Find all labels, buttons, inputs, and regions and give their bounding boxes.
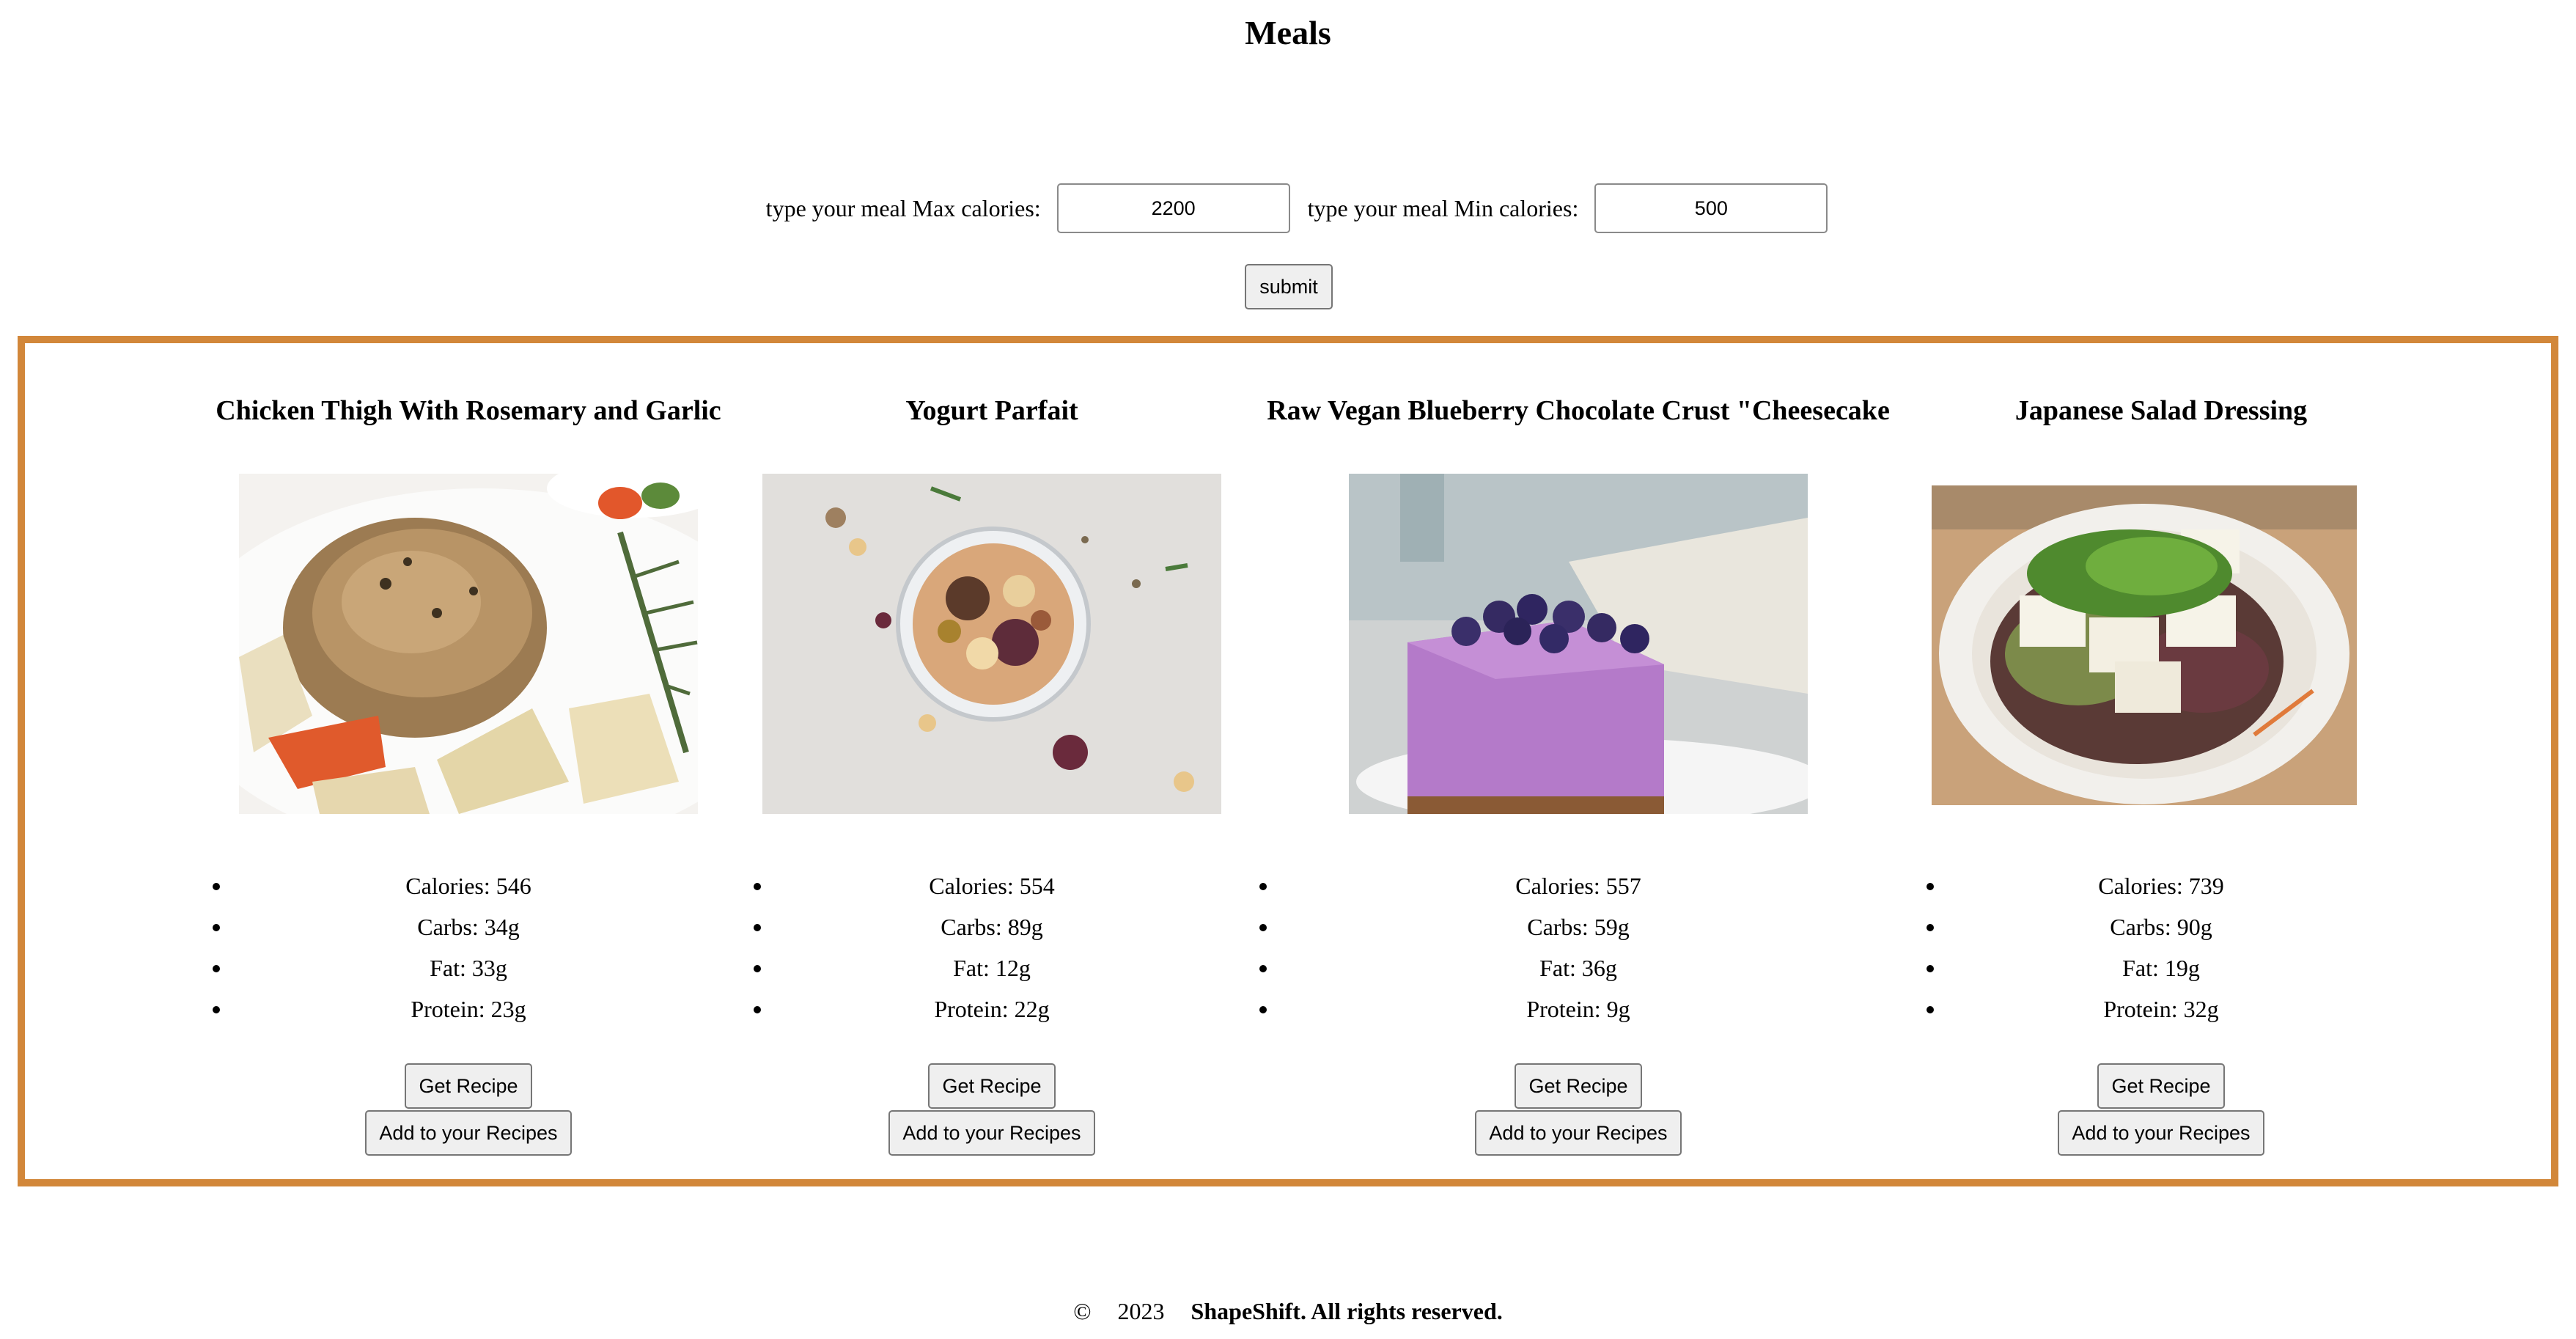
fat-item: Fat: 33g: [198, 947, 739, 988]
get-recipe-button[interactable]: Get Recipe: [2097, 1063, 2225, 1109]
fat-item: Fat: 36g: [1245, 947, 1912, 988]
footer: © 2023 ShapeShift. All rights reserved.: [0, 1298, 2576, 1325]
min-calories-label: type your meal Min calories:: [1307, 194, 1579, 221]
meal-card: Raw Vegan Blueberry Chocolate Crust "Che…: [1245, 343, 1912, 1179]
calories-item: Calories: 739: [1912, 865, 2410, 906]
submit-button[interactable]: submit: [1245, 264, 1333, 309]
copyright-icon: ©: [1073, 1298, 1092, 1324]
meal-title: Raw Vegan Blueberry Chocolate Crust "Che…: [1267, 395, 1890, 426]
min-calories-input[interactable]: [1594, 183, 1828, 233]
protein-item: Protein: 22g: [739, 988, 1245, 1030]
get-recipe-button[interactable]: Get Recipe: [928, 1063, 1056, 1109]
carbs-item: Carbs: 90g: [1912, 906, 2410, 947]
nutrition-list: Calories: 557 Carbs: 59g Fat: 36g Protei…: [1245, 865, 1912, 1030]
meal-card: Japanese Salad Dressing Calories: 739 Ca…: [1912, 343, 2410, 1179]
page-title: Meals: [1245, 14, 1331, 51]
meal-title: Chicken Thigh With Rosemary and Garlic: [216, 395, 721, 426]
nutrition-list: Calories: 739 Carbs: 90g Fat: 19g Protei…: [1912, 865, 2410, 1030]
max-calories-input[interactable]: [1056, 183, 1290, 233]
carbs-item: Carbs: 34g: [198, 906, 739, 947]
add-to-recipes-button[interactable]: Add to your Recipes: [365, 1110, 572, 1156]
add-to-recipes-button[interactable]: Add to your Recipes: [1475, 1110, 1682, 1156]
get-recipe-button[interactable]: Get Recipe: [1515, 1063, 1642, 1109]
footer-rights: ShapeShift. All rights reserved.: [1191, 1298, 1503, 1324]
calories-item: Calories: 554: [739, 865, 1245, 906]
footer-year: 2023: [1117, 1298, 1165, 1324]
meal-results-panel: Chicken Thigh With Rosemary and Garlic C…: [18, 336, 2558, 1186]
blueberry-cheesecake-photo: [1349, 474, 1808, 814]
meal-title: Japanese Salad Dressing: [2014, 395, 2308, 426]
nutrition-list: Calories: 554 Carbs: 89g Fat: 12g Protei…: [739, 865, 1245, 1030]
calorie-filter-form: type your meal Max calories: type your m…: [0, 182, 2576, 235]
calories-item: Calories: 557: [1245, 865, 1912, 906]
meal-card: Chicken Thigh With Rosemary and Garlic C…: [198, 343, 739, 1179]
carbs-item: Carbs: 89g: [739, 906, 1245, 947]
nutrition-list: Calories: 546 Carbs: 34g Fat: 33g Protei…: [198, 865, 739, 1030]
max-calories-label: type your meal Max calories:: [765, 194, 1041, 221]
get-recipe-button[interactable]: Get Recipe: [405, 1063, 532, 1109]
add-to-recipes-button[interactable]: Add to your Recipes: [888, 1110, 1095, 1156]
protein-item: Protein: 23g: [198, 988, 739, 1030]
protein-item: Protein: 32g: [1912, 988, 2410, 1030]
chicken-thigh-photo: [239, 474, 698, 814]
meal-title: Yogurt Parfait: [905, 395, 1078, 426]
add-to-recipes-button[interactable]: Add to your Recipes: [2058, 1110, 2264, 1156]
yogurt-parfait-photo: [762, 474, 1221, 814]
carbs-item: Carbs: 59g: [1245, 906, 1912, 947]
tofu-salad-photo: [1932, 485, 2357, 805]
fat-item: Fat: 19g: [1912, 947, 2410, 988]
meal-card: Yogurt Parfait Calories: 554 Carbs: 89g …: [739, 343, 1245, 1179]
fat-item: Fat: 12g: [739, 947, 1245, 988]
calories-item: Calories: 546: [198, 865, 739, 906]
protein-item: Protein: 9g: [1245, 988, 1912, 1030]
